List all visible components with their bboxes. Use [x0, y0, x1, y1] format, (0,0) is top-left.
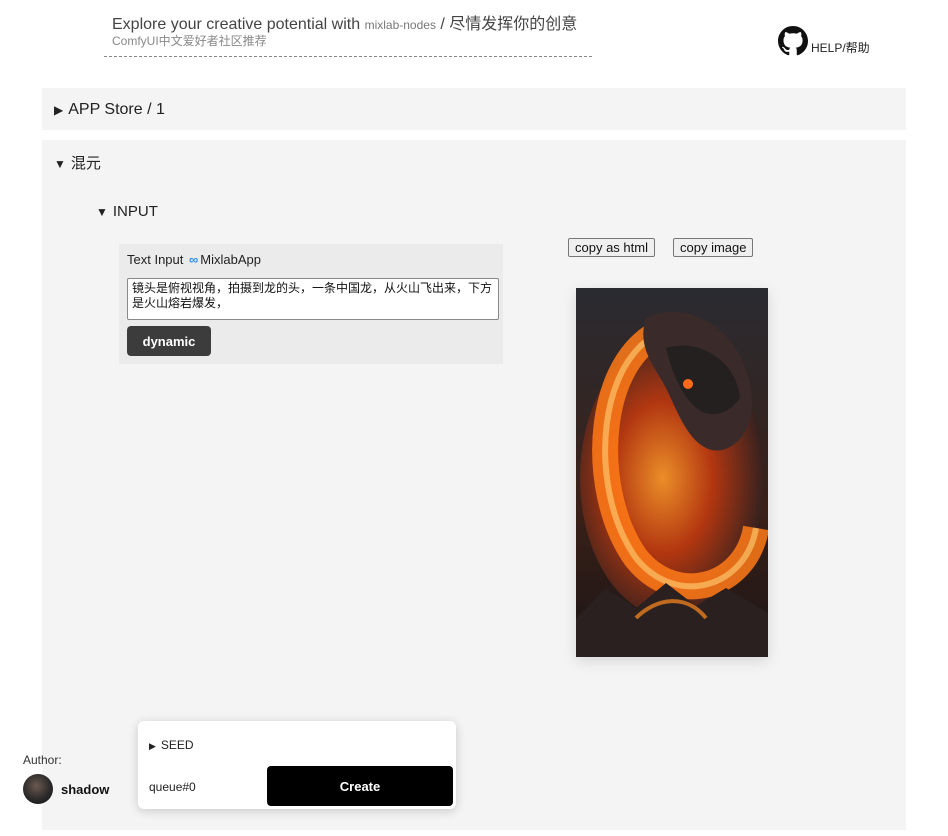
app-name: MixlabApp [200, 252, 261, 267]
caret-right-icon: ▶ [149, 741, 156, 751]
avatar[interactable] [23, 774, 53, 804]
caret-right-icon: ▶ [54, 103, 64, 117]
app-store-label: APP Store / 1 [68, 101, 165, 118]
help-label: HELP/帮助 [811, 41, 870, 55]
author-label: Author: [23, 753, 62, 767]
header-subtitle: ComfyUI中文爱好者社区推荐 [112, 34, 267, 48]
prompt-textarea[interactable]: 镜头是俯视视角，拍摄到龙的头，一条中国龙，从火山飞出来，下方是火山熔岩爆发， [127, 278, 499, 320]
seed-toggle[interactable]: ▶ SEED [149, 738, 194, 752]
caret-down-icon: ▼ [96, 205, 108, 219]
create-button[interactable]: Create [267, 766, 453, 806]
author-name[interactable]: shadow [61, 782, 109, 797]
section-title: 混元 [70, 155, 101, 172]
text-input-title: Text Input ∞ MixlabApp [127, 252, 261, 267]
section-toggle[interactable]: ▼ 混元 [54, 152, 101, 173]
dynamic-button[interactable]: dynamic [127, 326, 211, 356]
copy-image-button[interactable]: copy image [673, 238, 754, 257]
author-info[interactable]: shadow [23, 774, 109, 804]
queue-status: queue#0 [149, 780, 196, 794]
github-icon [778, 26, 808, 56]
caret-down-icon: ▼ [54, 157, 66, 171]
seed-label: SEED [160, 738, 194, 752]
app-store-section[interactable]: ▶ APP Store / 1 [42, 88, 906, 130]
tagline-brand-link[interactable]: mixlab-nodes [365, 18, 436, 32]
tagline-text: Explore your creative potential with [112, 16, 361, 33]
app-store-toggle[interactable]: ▶ APP Store / 1 [54, 101, 165, 119]
header-tagline: Explore your creative potential with mix… [112, 10, 577, 34]
tagline-suffix: / 尽情发挥你的创意 [440, 16, 578, 33]
dragon-image [576, 288, 768, 657]
site-header: Explore your creative potential with mix… [104, 6, 592, 57]
output-image [576, 288, 768, 657]
text-input-label: Text Input [127, 252, 184, 267]
run-panel: ▶ SEED queue#0 Create [138, 721, 456, 809]
infinity-icon: ∞ [189, 252, 199, 267]
text-input-card: Text Input ∞ MixlabApp 镜头是俯视视角，拍摄到龙的头，一条中… [119, 244, 503, 364]
copy-as-html-button[interactable]: copy as html [568, 238, 655, 257]
input-title: INPUT [112, 203, 158, 220]
help-link[interactable]: HELP/帮助 [778, 22, 870, 56]
input-toggle[interactable]: ▼ INPUT [96, 203, 158, 220]
